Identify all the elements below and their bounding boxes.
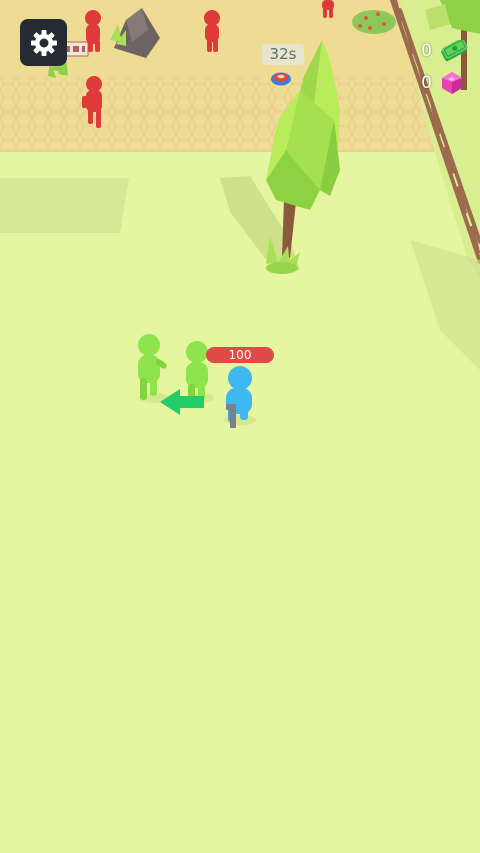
gear-icon <box>30 29 57 56</box>
game-scene[interactable] <box>0 0 480 853</box>
gem-icon <box>442 72 462 94</box>
round-timer: 32s <box>262 44 304 65</box>
timer-icon <box>271 72 291 86</box>
gem-count: 0 <box>421 73 432 93</box>
cash-count: 0 <box>421 41 432 61</box>
net-fence <box>0 78 480 152</box>
bush <box>352 10 396 34</box>
cash-counter: 0 <box>410 38 468 64</box>
cash-icon <box>441 40 468 62</box>
player-character <box>224 366 256 428</box>
settings-button[interactable] <box>20 19 67 66</box>
player-health-bar: 100 <box>206 347 274 363</box>
gem-counter: 0 <box>410 70 464 96</box>
ground-patch <box>0 178 129 233</box>
